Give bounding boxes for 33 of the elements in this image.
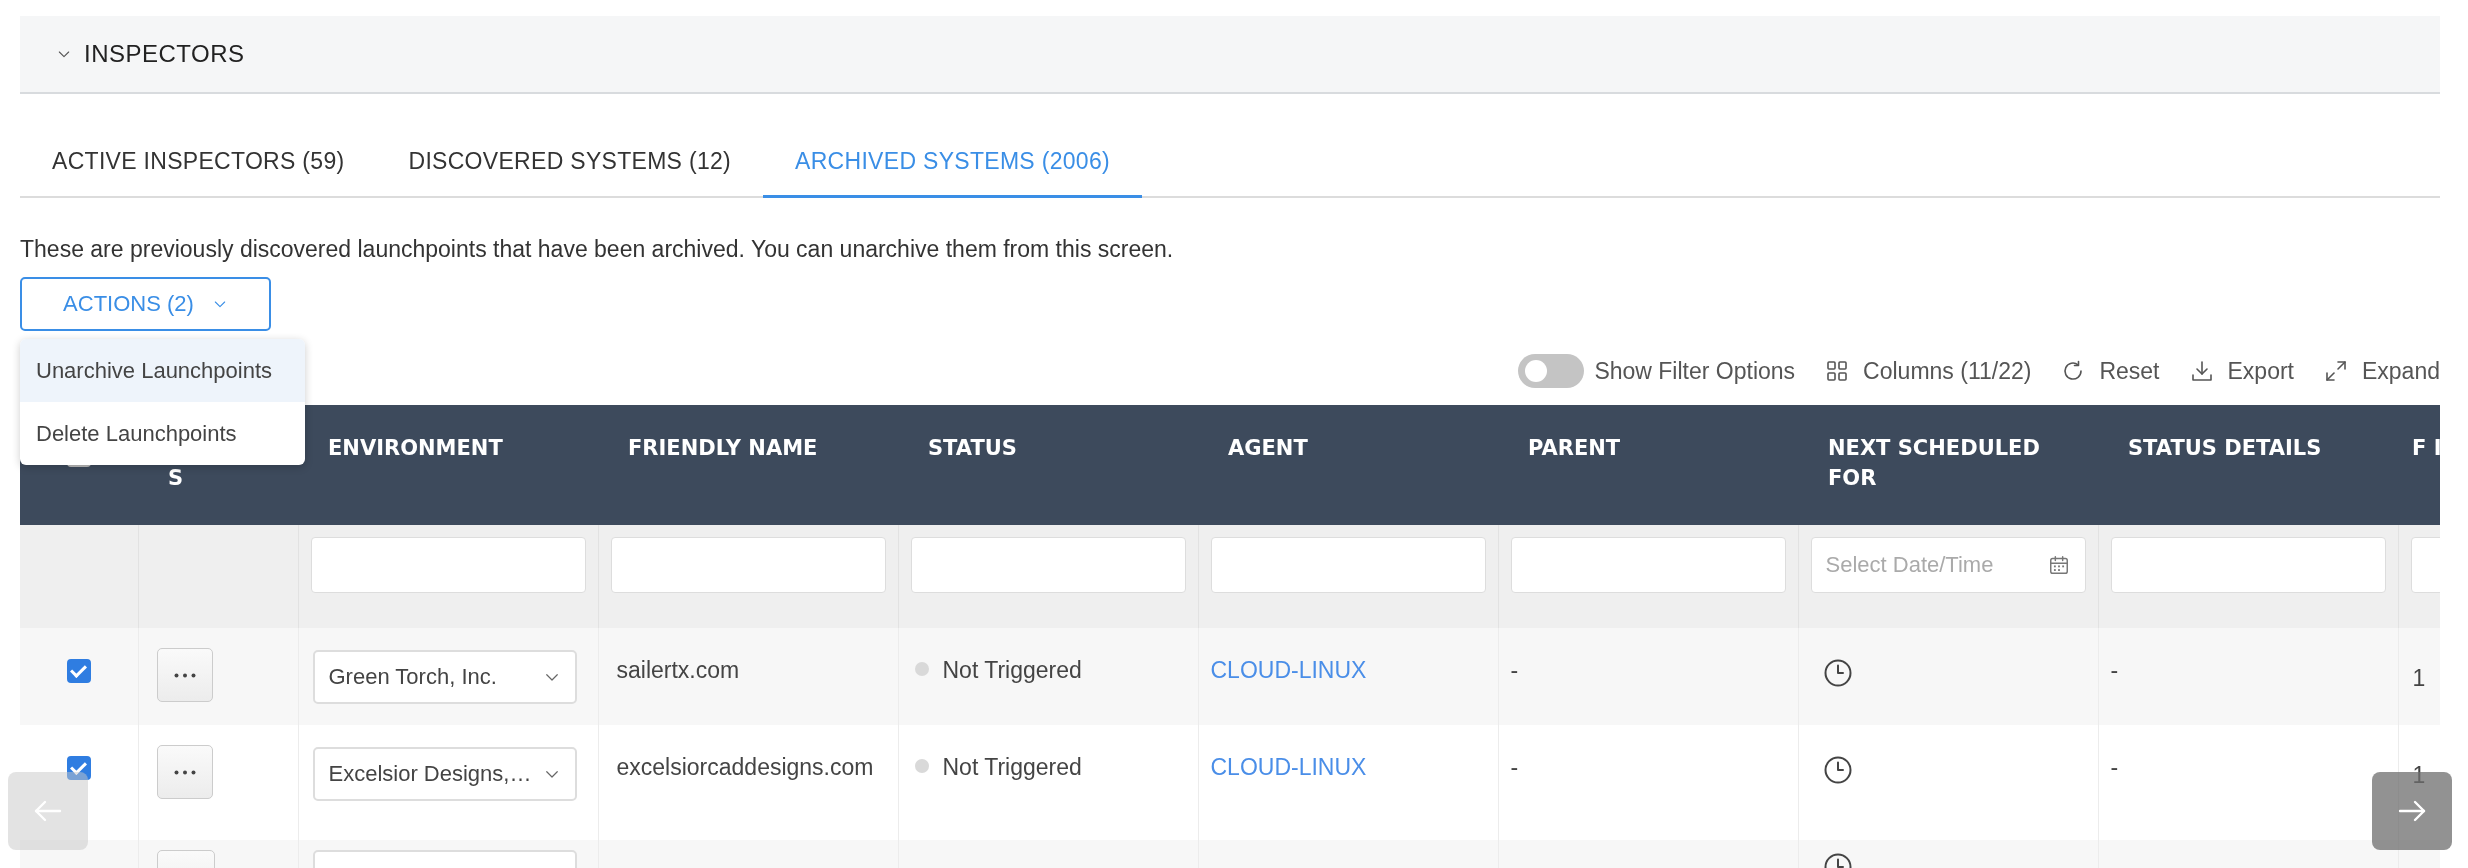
tab[interactable]: ACTIVE INSPECTORS (59) <box>20 132 377 198</box>
reset-button[interactable]: Reset <box>2061 357 2160 385</box>
description-text: These are previously discovered launchpoints that have been archived. You can unarchive them from this screen. <box>20 236 1175 263</box>
expand-button[interactable]: Expand <box>2324 357 2440 385</box>
column-header[interactable]: AGENT <box>1228 433 1308 463</box>
column-header[interactable]: F I <box>2412 433 2440 463</box>
table-cell-text: - <box>2110 753 2119 782</box>
menu-item[interactable]: Delete Launchpoints <box>20 402 305 465</box>
table-cell-text: - <box>1510 753 1519 782</box>
export-button[interactable]: Export <box>2189 357 2294 385</box>
section-header[interactable]: INSPECTORS <box>20 16 2440 94</box>
toggle-label: Show Filter Options <box>1594 357 1796 385</box>
column-header[interactable]: STATUS <box>928 433 1017 463</box>
column-header[interactable]: STATUS DETAILS <box>2128 433 2322 463</box>
tab[interactable]: DISCOVERED SYSTEMS (12) <box>376 132 764 198</box>
table-cell-text: excelsiorcaddesigns.com <box>616 753 874 782</box>
table-cell-text: - <box>2110 656 2119 685</box>
date-filter-field[interactable]: Select Date/Time <box>1810 537 2086 593</box>
column-header[interactable]: NEXT SCHEDULED FOR <box>1828 433 2068 493</box>
status-text: Not Triggered <box>942 656 1082 685</box>
table-cell-text: - <box>1510 656 1519 685</box>
column-header[interactable]: ENVIRONMENT <box>328 433 503 463</box>
status-text: Not Triggered <box>942 753 1082 782</box>
column-header[interactable]: S <box>168 463 184 493</box>
columns-button[interactable]: Columns (11/22) <box>1825 357 2032 385</box>
menu-item[interactable]: Unarchive Launchpoints <box>20 339 305 402</box>
environment-select[interactable]: Excelsior Designs,… <box>312 747 577 801</box>
table-cell-text: 1 <box>2412 664 2426 693</box>
environment-select[interactable]: Green Torch, Inc. <box>312 650 577 704</box>
table-cell-text: sailertx.com <box>616 656 740 685</box>
column-header[interactable]: FRIENDLY NAME <box>628 433 818 463</box>
section-title: INSPECTORS <box>84 40 245 68</box>
column-header[interactable]: PARENT <box>1528 433 1621 463</box>
